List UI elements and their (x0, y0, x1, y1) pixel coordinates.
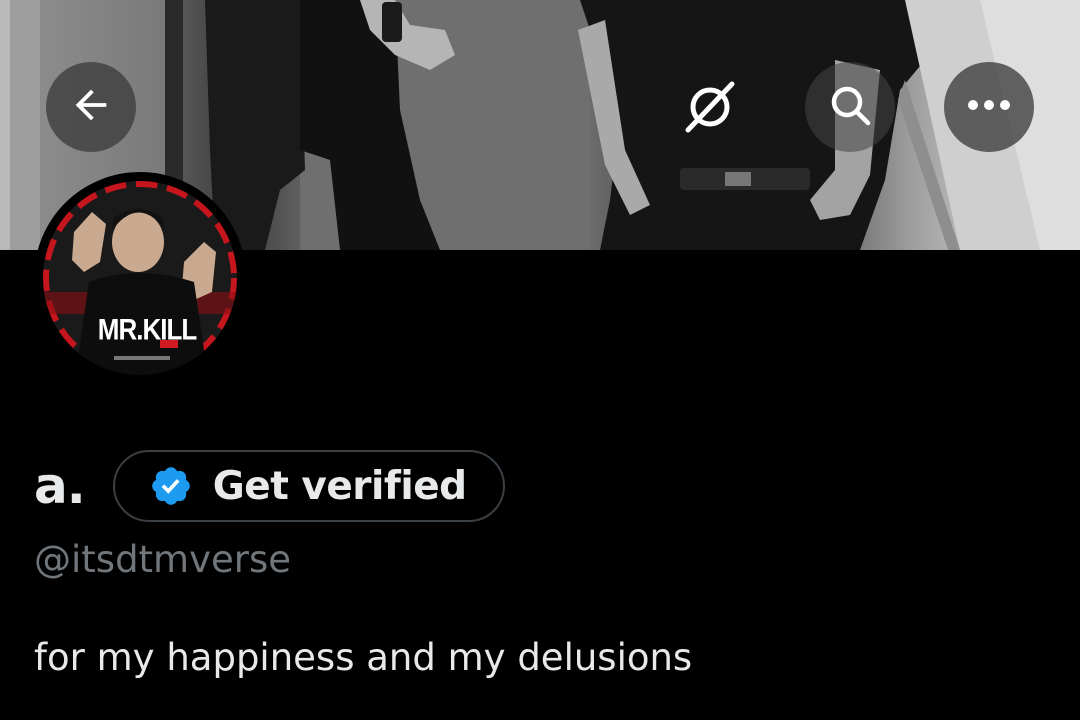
verified-badge-icon (149, 464, 193, 508)
display-name: a. (34, 457, 86, 515)
search-icon (826, 81, 874, 134)
get-verified-button[interactable]: Get verified (112, 450, 505, 522)
user-handle: @itsdtmverse (34, 538, 292, 581)
back-button[interactable] (46, 62, 136, 152)
profile-avatar[interactable]: MR.KILL (34, 172, 246, 384)
more-button[interactable] (944, 62, 1034, 152)
grok-icon (682, 78, 738, 139)
search-button[interactable] (805, 62, 895, 152)
arrow-left-icon (68, 82, 114, 133)
more-horizontal-icon (966, 98, 1012, 117)
profile-page: MR.KILL a. Get verified @itsdtmverse for… (0, 0, 1080, 720)
avatar-shirt-text: MR.KILL (97, 311, 197, 347)
grok-button[interactable] (678, 76, 742, 140)
profile-bio: for my happiness and my delusions (34, 636, 693, 679)
get-verified-label: Get verified (212, 463, 467, 509)
name-row: a. Get verified (34, 448, 505, 524)
